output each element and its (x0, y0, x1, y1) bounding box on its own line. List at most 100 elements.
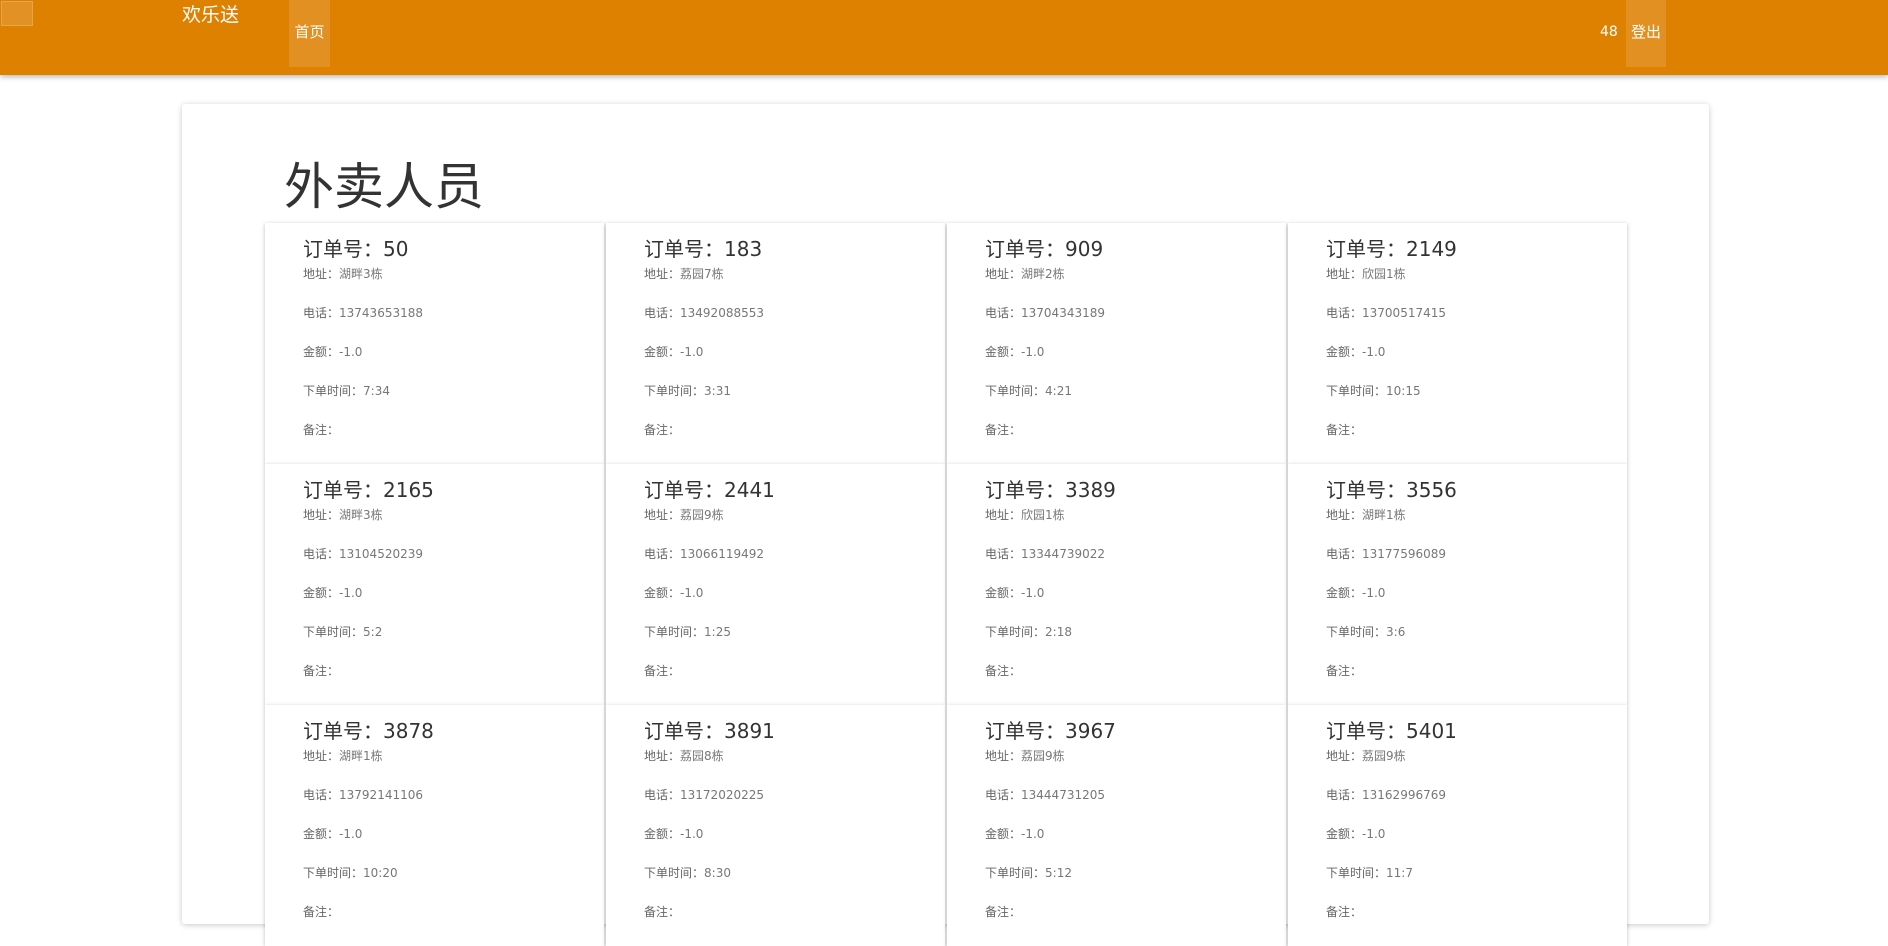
order-amount: 金额：-1.0 (303, 345, 604, 360)
order-card[interactable]: 订单号：3967 地址：荔园9栋 电话：13444731205 金额：-1.0 … (947, 705, 1286, 946)
phone-label: 电话： (644, 788, 681, 802)
order-address: 地址：湖畔2栋 (985, 267, 1286, 282)
order-time: 下单时间：4:21 (985, 384, 1286, 399)
phone-value: 13162996769 (1362, 788, 1446, 802)
order-amount: 金额：-1.0 (644, 827, 945, 842)
order-time: 下单时间：11:7 (1326, 866, 1627, 881)
phone-value: 13172020225 (680, 788, 764, 802)
phone-label: 电话： (303, 788, 340, 802)
order-time: 下单时间：3:6 (1326, 625, 1627, 640)
order-amount: 金额：-1.0 (1326, 345, 1627, 360)
address-value: 湖畔3栋 (339, 508, 383, 522)
phone-value: 13066119492 (680, 547, 764, 561)
note-label: 备注： (644, 423, 681, 437)
note-label: 备注： (1326, 423, 1363, 437)
time-value: 2:18 (1045, 625, 1072, 639)
order-card[interactable]: 订单号：3878 地址：湖畔1栋 电话：13792141106 金额：-1.0 … (265, 705, 604, 946)
order-address: 地址：荔园9栋 (1326, 749, 1627, 764)
order-number: 订单号：2149 (1326, 237, 1457, 261)
order-note: 备注： (985, 664, 1286, 679)
order-card[interactable]: 订单号：2149 地址：欣园1栋 电话：13700517415 金额：-1.0 … (1288, 223, 1627, 464)
order-phone: 电话：13177596089 (1326, 547, 1627, 562)
address-value: 荔园9栋 (680, 508, 724, 522)
order-card[interactable]: 订单号：5401 地址：荔园9栋 电话：13162996769 金额：-1.0 … (1288, 705, 1627, 946)
phone-label: 电话： (1326, 547, 1363, 561)
time-label: 下单时间： (985, 384, 1046, 398)
time-value: 1:25 (704, 625, 731, 639)
address-value: 荔园7栋 (680, 267, 724, 281)
note-label: 备注： (644, 905, 681, 919)
address-value: 湖畔3栋 (339, 267, 383, 281)
order-amount: 金额：-1.0 (985, 827, 1286, 842)
order-card[interactable]: 订单号：2165 地址：湖畔3栋 电话：13104520239 金额：-1.0 … (265, 464, 604, 705)
address-label: 地址： (1326, 508, 1363, 522)
time-label: 下单时间： (985, 866, 1046, 880)
amount-value: -1.0 (1362, 827, 1386, 841)
order-amount: 金额：-1.0 (1326, 827, 1627, 842)
order-time: 下单时间：5:2 (303, 625, 604, 640)
amount-value: -1.0 (680, 586, 704, 600)
time-value: 4:21 (1045, 384, 1072, 398)
brand-logo[interactable]: 欢乐送 (182, 4, 239, 26)
order-amount: 金额：-1.0 (303, 827, 604, 842)
order-time: 下单时间：10:15 (1326, 384, 1627, 399)
nav-home-link[interactable]: 首页 (289, 0, 330, 67)
phone-value: 13104520239 (339, 547, 423, 561)
order-phone: 电话：13172020225 (644, 788, 945, 803)
order-note: 备注： (1326, 423, 1627, 438)
order-address: 地址：欣园1栋 (985, 508, 1286, 523)
address-value: 荔园9栋 (1362, 749, 1406, 763)
address-label: 地址： (644, 749, 681, 763)
order-address: 地址：荔园9栋 (985, 749, 1286, 764)
address-label: 地址： (303, 749, 340, 763)
phone-label: 电话： (303, 547, 340, 561)
phone-value: 13344739022 (1021, 547, 1105, 561)
address-value: 荔园9栋 (1021, 749, 1065, 763)
amount-label: 金额： (644, 345, 681, 359)
amount-label: 金额： (1326, 827, 1363, 841)
time-value: 5:2 (363, 625, 383, 639)
order-address: 地址：湖畔3栋 (303, 508, 604, 523)
order-number: 订单号：3891 (644, 719, 775, 743)
order-note: 备注： (303, 664, 604, 679)
order-number: 订单号：2441 (644, 478, 775, 502)
address-label: 地址： (1326, 267, 1363, 281)
note-label: 备注： (303, 664, 340, 678)
order-card[interactable]: 订单号：3556 地址：湖畔1栋 电话：13177596089 金额：-1.0 … (1288, 464, 1627, 705)
amount-label: 金额： (1326, 345, 1363, 359)
amount-value: -1.0 (1021, 827, 1045, 841)
order-address: 地址：荔园8栋 (644, 749, 945, 764)
order-address: 地址：欣园1栋 (1326, 267, 1627, 282)
order-time: 下单时间：2:18 (985, 625, 1286, 640)
order-note: 备注： (303, 423, 604, 438)
order-card[interactable]: 订单号：3389 地址：欣园1栋 电话：13344739022 金额：-1.0 … (947, 464, 1286, 705)
order-card[interactable]: 订单号：183 地址：荔园7栋 电话：13492088553 金额：-1.0 下… (606, 223, 945, 464)
order-phone: 电话：13066119492 (644, 547, 945, 562)
phone-value: 13743653188 (339, 306, 423, 320)
order-card[interactable]: 订单号：909 地址：湖畔2栋 电话：13704343189 金额：-1.0 下… (947, 223, 1286, 464)
order-address: 地址：湖畔1栋 (1326, 508, 1627, 523)
order-note: 备注： (644, 423, 945, 438)
order-time: 下单时间：10:20 (303, 866, 604, 881)
phone-value: 13700517415 (1362, 306, 1446, 320)
phone-label: 电话： (1326, 788, 1363, 802)
phone-label: 电话： (985, 788, 1022, 802)
note-label: 备注： (985, 905, 1022, 919)
order-card[interactable]: 订单号：2441 地址：荔园9栋 电话：13066119492 金额：-1.0 … (606, 464, 945, 705)
phone-value: 13704343189 (1021, 306, 1105, 320)
time-label: 下单时间： (644, 866, 705, 880)
order-time: 下单时间：5:12 (985, 866, 1286, 881)
address-value: 欣园1栋 (1362, 267, 1406, 281)
address-label: 地址： (985, 267, 1022, 281)
user-id-label: 48 (1600, 24, 1618, 40)
time-value: 7:34 (363, 384, 390, 398)
amount-value: -1.0 (1021, 586, 1045, 600)
order-amount: 金额：-1.0 (644, 345, 945, 360)
amount-label: 金额： (985, 345, 1022, 359)
time-label: 下单时间： (644, 384, 705, 398)
order-card[interactable]: 订单号：3891 地址：荔园8栋 电话：13172020225 金额：-1.0 … (606, 705, 945, 946)
order-time: 下单时间：1:25 (644, 625, 945, 640)
page-title: 外卖人员 (284, 158, 484, 216)
order-card[interactable]: 订单号：50 地址：湖畔3栋 电话：13743653188 金额：-1.0 下单… (265, 223, 604, 464)
logout-button[interactable]: 登出 (1626, 0, 1666, 67)
